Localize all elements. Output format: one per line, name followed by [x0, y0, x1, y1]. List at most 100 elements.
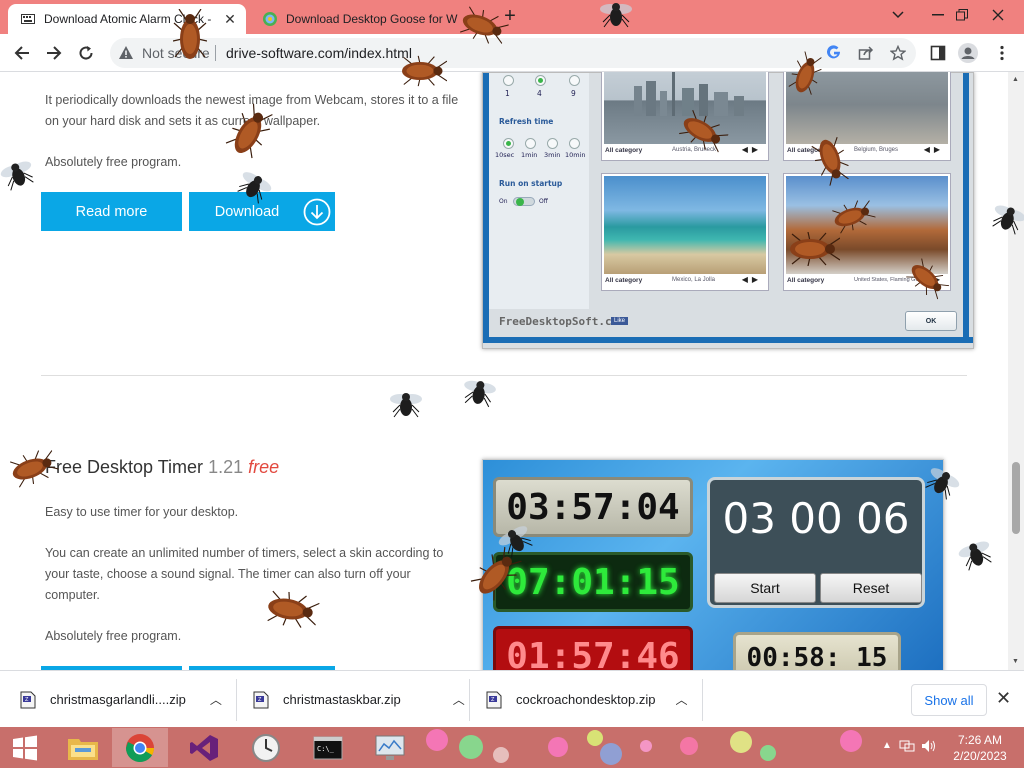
countdown-widget: 03 00 06 Start Reset — [707, 477, 925, 608]
toggle-on-label: On — [499, 198, 508, 205]
refresh-label: 1min — [521, 151, 538, 159]
download-shelf: Z christmasgarlandli....zip ︿ Z christma… — [0, 670, 1024, 727]
timer-display: 01:57:46 — [493, 626, 693, 670]
timer-title: Free Desktop Timer — [45, 457, 204, 477]
show-all-button[interactable]: Show all — [911, 684, 987, 716]
terminal-icon: C:\_ — [313, 736, 343, 759]
read-more-button[interactable]: Read more — [41, 192, 182, 231]
network-icon[interactable] — [899, 739, 915, 758]
download-item[interactable]: Z christmasgarlandli....zip ︿ — [20, 671, 222, 728]
tab-strip: Download Atomic Alarm Clock - ✕ Download… — [0, 0, 1024, 34]
webcam-app-screenshot: 1 4 9 Refresh time 10sec 1min 3min 10min… — [482, 72, 974, 349]
download-button[interactable]: Download — [189, 192, 335, 231]
forward-icon[interactable] — [42, 41, 66, 65]
timer-display: 07:01:15 — [493, 552, 693, 612]
startup-title: Run on startup — [499, 179, 563, 188]
page-content: It periodically downloads the newest ima… — [0, 72, 1008, 670]
webcam-description: It periodically downloads the newest ima… — [45, 93, 459, 128]
folder-icon — [68, 738, 98, 760]
back-icon[interactable] — [10, 41, 34, 65]
file-explorer-taskbar[interactable] — [55, 728, 111, 767]
grid-radio — [503, 75, 514, 86]
webcam-thumb: All category United States, Flaming Gorg… — [783, 173, 951, 291]
chrome-taskbar[interactable] — [112, 728, 168, 767]
refresh-radio — [569, 138, 580, 149]
grid-radio — [569, 75, 580, 86]
location-label: Belgium, Bruges — [854, 147, 899, 153]
tray-chevron-icon[interactable]: ▲ — [882, 740, 892, 751]
zip-file-icon: Z — [20, 691, 36, 708]
free-label: free — [248, 457, 280, 477]
zip-file-icon: Z — [486, 691, 502, 708]
reload-icon[interactable] — [74, 41, 98, 65]
webcam-thumb: All category Austria, Bruneck ◀▶ — [601, 72, 769, 161]
refresh-label: 10sec — [495, 151, 515, 159]
security-indicator[interactable]: Not secure — [118, 45, 210, 61]
command-prompt-taskbar[interactable]: C:\_ — [300, 728, 356, 767]
scroll-down-icon[interactable]: ▼ — [1012, 658, 1019, 665]
share-icon[interactable] — [856, 43, 876, 63]
clock-icon — [252, 733, 280, 762]
download-label: Download — [214, 203, 280, 220]
volume-icon[interactable] — [921, 739, 937, 758]
location-label: Austria, Bruneck — [672, 147, 717, 153]
timer-details: You can create an unlimited number of ti… — [45, 546, 444, 602]
countdown-value: 03 00 06 — [722, 494, 910, 543]
divider — [215, 45, 216, 61]
clock-date: 2/20/2023 — [953, 749, 1007, 763]
chevron-up-icon[interactable]: ︿ — [210, 691, 222, 708]
chevron-up-icon[interactable]: ︿ — [453, 691, 465, 708]
nav-arrows-icon: ◀▶ — [741, 145, 762, 154]
refresh-radio — [503, 138, 514, 149]
visual-studio-icon — [190, 734, 218, 761]
refresh-label: 10min — [565, 151, 586, 159]
remote-desktop-taskbar[interactable] — [362, 728, 418, 767]
location-label: United States, Flaming Gorge — [854, 277, 927, 283]
like-badge: Like — [611, 317, 629, 325]
keyboard-favicon-icon — [20, 11, 36, 27]
free-note: Absolutely free program. — [45, 155, 182, 169]
visual-studio-taskbar[interactable] — [176, 728, 232, 767]
close-shelf-icon[interactable]: ✕ — [996, 688, 1011, 709]
scroll-up-icon[interactable]: ▲ — [1012, 76, 1019, 83]
tab-atomic-alarm[interactable]: Download Atomic Alarm Clock - ✕ — [8, 4, 246, 34]
grid-label: 9 — [571, 89, 576, 98]
chevron-up-icon[interactable]: ︿ — [675, 691, 687, 708]
screen: Download Atomic Alarm Clock - ✕ Download… — [0, 0, 1024, 768]
address-bar[interactable]: Not secure drive-software.com/index.html — [110, 38, 916, 68]
profile-avatar-icon[interactable] — [958, 43, 978, 63]
clock-app-taskbar[interactable] — [238, 728, 294, 767]
free-note-2: Absolutely free program. — [45, 629, 182, 643]
clock-time: 7:26 AM — [957, 733, 1003, 747]
grid-label: 1 — [505, 89, 510, 98]
scroll-thumb[interactable] — [1012, 462, 1020, 534]
timer-heading: Free Desktop Timer 1.21 free — [45, 457, 279, 478]
category-label: All category — [787, 277, 825, 284]
url-text[interactable]: drive-software.com/index.html — [226, 45, 412, 61]
start-button[interactable] — [0, 728, 50, 767]
more-menu-icon[interactable] — [992, 43, 1012, 63]
new-tab-button[interactable]: + — [500, 6, 520, 26]
close-tab-icon[interactable]: ✕ — [220, 9, 240, 29]
side-panel-icon[interactable] — [928, 43, 948, 63]
ok-button: OK — [905, 311, 957, 331]
page-scrollbar[interactable]: ▲ ▼ — [1008, 72, 1024, 670]
chevron-down-icon[interactable] — [876, 0, 920, 30]
close-window-icon[interactable] — [976, 0, 1020, 30]
download-filename: christmastaskbar.zip — [283, 692, 401, 707]
grid-radio — [535, 75, 546, 86]
refresh-label: 3min — [544, 151, 561, 159]
tab-desktop-goose[interactable]: Download Desktop Goose for W — [250, 4, 482, 34]
download-item[interactable]: Z cockroachondesktop.zip ︿ — [486, 671, 688, 728]
google-lens-icon[interactable] — [824, 43, 844, 63]
settings-panel: 1 4 9 Refresh time 10sec 1min 3min 10min… — [489, 73, 589, 309]
download-arrow-icon — [303, 198, 331, 226]
section-divider — [41, 375, 967, 376]
nav-arrows-icon: ◀▶ — [923, 275, 944, 284]
system-clock[interactable]: 7:26 AM 2/20/2023 — [942, 732, 1018, 764]
warning-icon — [119, 46, 133, 59]
tab-title: Download Atomic Alarm Clock - — [44, 12, 212, 26]
bookmark-star-icon[interactable] — [888, 43, 908, 63]
download-item[interactable]: Z christmastaskbar.zip ︿ — [253, 671, 465, 728]
svg-text:Z: Z — [25, 697, 29, 703]
